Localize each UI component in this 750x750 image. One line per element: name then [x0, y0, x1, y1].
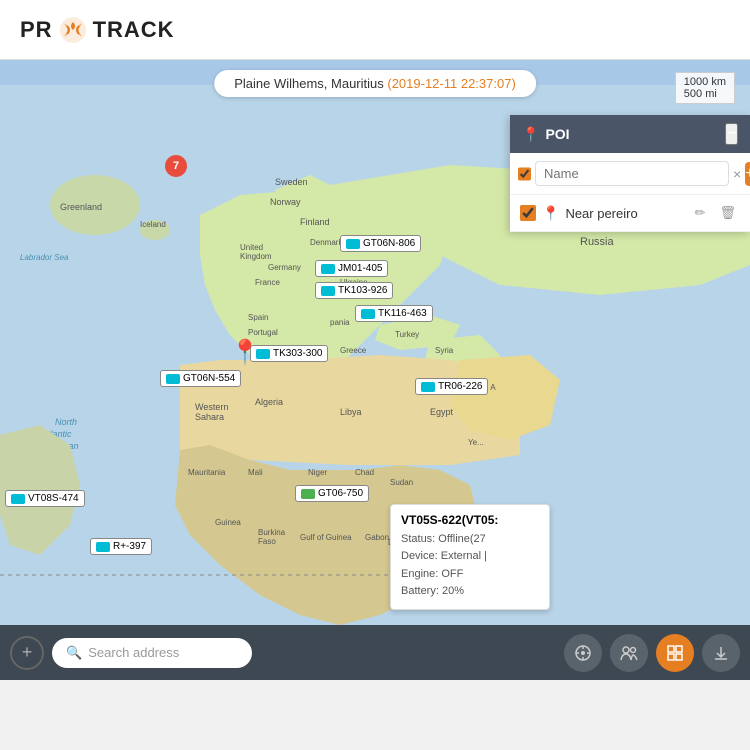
svg-text:United: United — [240, 243, 263, 252]
location-toolbar-button[interactable] — [564, 634, 602, 672]
popup-title: VT05S-622(VT05: — [401, 513, 539, 527]
poi-pin-icon: 📍 — [522, 126, 539, 143]
popup-battery: Battery: 20% — [401, 583, 539, 601]
marker-gt06n-554[interactable]: GT06N-554 — [160, 370, 241, 387]
app-container: PR TRACK Greenland — [0, 0, 750, 680]
svg-text:Norway: Norway — [270, 197, 301, 207]
poi-delete-button[interactable]: 🗑 — [715, 203, 740, 223]
svg-text:Chad: Chad — [355, 468, 374, 477]
search-placeholder[interactable]: Search address — [88, 645, 179, 660]
svg-text:Ye...: Ye... — [468, 438, 484, 447]
svg-text:Western: Western — [195, 402, 228, 412]
svg-text:Guinea: Guinea — [215, 518, 241, 527]
add-button[interactable]: + — [10, 636, 44, 670]
poi-item-pin-icon: 📍 — [542, 205, 559, 222]
svg-text:Denmark: Denmark — [310, 238, 343, 247]
svg-text:Burkina: Burkina — [258, 528, 286, 537]
poi-item-checkbox[interactable] — [520, 205, 536, 221]
svg-text:Portugal: Portugal — [248, 328, 278, 337]
download-icon — [712, 644, 730, 662]
cluster-badge[interactable]: 7 — [165, 155, 187, 177]
marker-jm01-405[interactable]: JM01-405 — [315, 260, 388, 277]
svg-text:Kingdom: Kingdom — [240, 252, 272, 261]
poi-add-button[interactable]: + — [745, 162, 750, 186]
poi-header-title: 📍 POI — [522, 126, 570, 143]
grid-toolbar-button[interactable] — [656, 634, 694, 672]
download-toolbar-button[interactable] — [702, 634, 740, 672]
bottom-toolbar: + 🔍 Search address — [0, 625, 750, 680]
svg-text:Sweden: Sweden — [275, 177, 308, 187]
logo: PR TRACK — [20, 16, 175, 44]
poi-panel: 📍 POI − × + 📍 Near pereiro ✏ 🗑 — [510, 115, 750, 232]
svg-text:Spain: Spain — [248, 313, 268, 322]
location-date: (2019-12-11 22:37:07) — [387, 76, 515, 91]
red-pin-marker[interactable]: 📍 — [230, 338, 260, 367]
svg-text:Sahara: Sahara — [195, 412, 224, 422]
poi-item-name: Near pereiro — [565, 206, 684, 221]
svg-text:Libya: Libya — [340, 407, 362, 417]
poi-header: 📍 POI − — [510, 115, 750, 153]
svg-text:Iceland: Iceland — [140, 220, 166, 229]
poi-title: POI — [545, 126, 569, 142]
logo-text-post: TRACK — [93, 17, 175, 43]
svg-text:Greece: Greece — [340, 346, 367, 355]
marker-tk116-463[interactable]: TK116-463 — [355, 305, 433, 322]
svg-text:Niger: Niger — [308, 468, 327, 477]
search-icon: 🔍 — [66, 645, 82, 661]
svg-text:France: France — [255, 278, 280, 287]
svg-text:Gulf of Guinea: Gulf of Guinea — [300, 533, 352, 542]
marker-gt06n-806[interactable]: GT06N-806 — [340, 235, 421, 252]
header: PR TRACK — [0, 0, 750, 60]
svg-text:Labrador Sea: Labrador Sea — [20, 253, 69, 262]
svg-text:Germany: Germany — [268, 263, 301, 272]
logo-text-pre: PR — [20, 17, 53, 43]
poi-search-input[interactable] — [535, 161, 729, 186]
svg-text:Sudan: Sudan — [390, 478, 413, 487]
popup-device: Device: External | — [401, 548, 539, 566]
grid-icon — [666, 644, 684, 662]
poi-edit-button[interactable]: ✏ — [691, 203, 710, 223]
svg-text:North: North — [55, 417, 77, 427]
svg-text:Finland: Finland — [300, 217, 330, 227]
marker-gt06-750[interactable]: GT06-750 — [295, 485, 369, 502]
location-bar: Plaine Wilhems, Mauritius (2019-12-11 22… — [214, 70, 536, 97]
svg-text:Russia: Russia — [580, 236, 615, 248]
logo-satellite-icon — [59, 16, 87, 44]
svg-text:Syria: Syria — [435, 346, 454, 355]
svg-text:Algeria: Algeria — [255, 397, 283, 407]
search-bar-container: 🔍 Search address — [52, 638, 252, 668]
people-toolbar-button[interactable] — [610, 634, 648, 672]
svg-text:Mali: Mali — [248, 468, 263, 477]
location-text: Plaine Wilhems, Mauritius — [234, 76, 384, 91]
popup-status: Status: Offline(27 — [401, 531, 539, 549]
svg-text:Mauritania: Mauritania — [188, 468, 226, 477]
svg-text:Turkey: Turkey — [395, 330, 419, 339]
popup-engine: Engine: OFF — [401, 566, 539, 584]
marker-tk103-926[interactable]: TK103-926 — [315, 282, 393, 299]
scale-mi: 500 mi — [684, 88, 726, 100]
scale-km: 1000 km — [684, 76, 726, 88]
location-icon — [574, 644, 592, 662]
marker-r397[interactable]: R+-397 — [90, 538, 152, 555]
marker-tr06-226[interactable]: TR06-226 — [415, 378, 488, 395]
svg-text:Gabon: Gabon — [365, 533, 389, 542]
map-container[interactable]: Greenland Iceland Sweden Norway Finland … — [0, 60, 750, 680]
marker-tk303-300[interactable]: TK303-300 — [250, 345, 328, 362]
info-popup: VT05S-622(VT05: Status: Offline(27 Devic… — [390, 504, 550, 610]
poi-search-row: × + — [510, 153, 750, 195]
poi-item-row: 📍 Near pereiro ✏ 🗑 — [510, 195, 750, 232]
svg-text:Egypt: Egypt — [430, 407, 454, 417]
svg-text:pania: pania — [330, 318, 350, 327]
marker-vt08s-474[interactable]: VT08S-474 — [5, 490, 85, 507]
poi-checkbox-all[interactable] — [518, 166, 531, 182]
poi-minimize-button[interactable]: − — [725, 123, 738, 145]
svg-text:Faso: Faso — [258, 537, 276, 546]
svg-text:Greenland: Greenland — [60, 202, 102, 212]
scale-bar: 1000 km 500 mi — [675, 72, 735, 104]
poi-clear-button[interactable]: × — [733, 166, 741, 182]
people-icon — [620, 644, 638, 662]
